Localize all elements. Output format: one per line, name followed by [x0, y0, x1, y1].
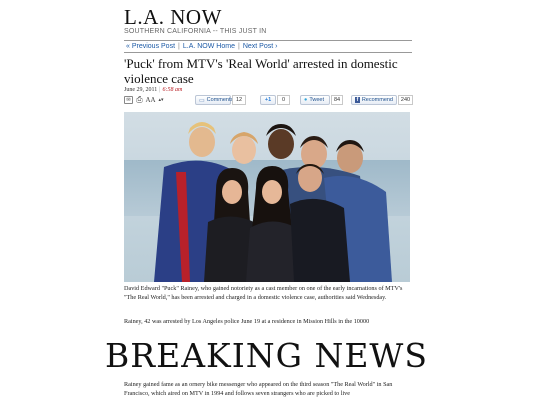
blog-subtitle: SOUTHERN CALIFORNIA -- THIS JUST IN — [124, 28, 267, 35]
article-toolbar: ✉ ⎙ AA ▴▾ ▭ Comments 12 +1 0 ● Tweet 84 … — [124, 95, 414, 107]
photo-caption: David Edward "Puck" Rainey, who gained n… — [124, 285, 403, 301]
comments-count: 12 — [232, 95, 246, 105]
comments-label: Comments — [206, 97, 234, 103]
email-icon[interactable]: ✉ — [124, 96, 133, 104]
cast-photo — [124, 112, 410, 282]
home-link[interactable]: L.A. NOW Home — [183, 43, 235, 50]
post-navigation: « Previous Post | L.A. NOW Home | Next Post … — [124, 40, 412, 53]
tweet-label: Tweet — [309, 97, 325, 103]
nav-separator: | — [178, 43, 180, 50]
article-paragraph: Rainey gained fame as an ornery bike mes… — [124, 381, 393, 397]
article-date: June 29, 2011 — [124, 87, 158, 93]
plus-one-count: 0 — [277, 95, 290, 105]
blog-title[interactable]: L.A. NOW — [124, 5, 222, 30]
article-time: 6:58 am — [162, 87, 183, 93]
tweet-button[interactable]: ● Tweet — [300, 95, 330, 105]
article-paragraph: Rainey, 42 was arrested by Los Angeles p… — [124, 318, 370, 325]
facebook-recommend-button[interactable]: f Recommend — [351, 95, 397, 105]
google-plus-one-button[interactable]: +1 — [260, 95, 276, 105]
print-icon[interactable]: ⎙ — [135, 95, 144, 104]
article-headline: 'Puck' from MTV's 'Real World' arrested … — [124, 56, 398, 86]
nav-separator: | — [237, 43, 240, 50]
cast-group-illustration — [154, 122, 392, 282]
previous-post-link[interactable]: « Previous Post — [126, 43, 175, 50]
twitter-bird-icon: ● — [304, 97, 308, 103]
comment-bubble-icon: ▭ — [199, 97, 205, 104]
facebook-icon: f — [355, 97, 360, 103]
recommend-label: Recommend — [361, 97, 393, 103]
breaking-news-banner: BREAKING NEWS — [105, 336, 428, 375]
tweet-count: 84 — [331, 95, 343, 105]
dateline: June 29, 2011 | 6:58 am — [124, 87, 182, 93]
next-post-link[interactable]: Next Post › — [243, 43, 278, 50]
font-size-arrows-icon[interactable]: ▴▾ — [156, 96, 166, 104]
recommend-count: 240 — [398, 95, 413, 105]
comments-button[interactable]: ▭ Comments — [195, 95, 234, 105]
font-size-icon[interactable]: AA — [145, 96, 156, 104]
